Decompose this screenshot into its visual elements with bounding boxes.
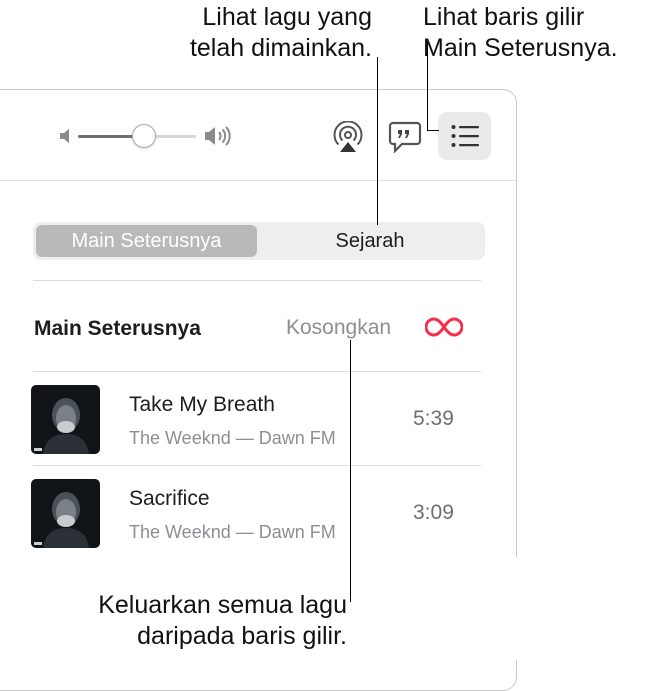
leader-line-queue-tick: [427, 130, 439, 131]
track-title: Take My Breath: [129, 393, 275, 416]
toolbar: [0, 90, 516, 181]
leader-line-queue: [427, 42, 428, 131]
list-item[interactable]: Take My Breath The Weeknd — Dawn FM 5:39: [31, 385, 481, 465]
track-duration: 3:09: [413, 501, 454, 524]
album-art: [31, 385, 100, 454]
tab-main-seterusnya[interactable]: Main Seterusnya: [36, 225, 257, 257]
divider: [33, 280, 481, 281]
divider: [33, 465, 481, 466]
divider: [33, 371, 481, 372]
segmented-control: Main Seterusnya Sejarah: [33, 222, 485, 260]
volume-low-icon: [59, 127, 73, 150]
list-item[interactable]: Sacrifice The Weeknd — Dawn FM 3:09: [31, 479, 481, 559]
album-art: [31, 479, 100, 548]
callout-queue-line2: Main Seterusnya.: [423, 34, 618, 62]
volume-high-icon: [204, 125, 232, 152]
track-subtitle: The Weeknd — Dawn FM: [129, 428, 336, 448]
callout-queue: Lihat baris gilir Main Seterusnya.: [423, 2, 663, 64]
leader-line-history: [377, 57, 378, 225]
callout-clear-line1: Keluarkan semua lagu: [98, 591, 347, 619]
callout-history-line2: telah dimainkan.: [189, 34, 372, 62]
leader-line-clear: [350, 340, 351, 602]
callout-clear: Keluarkan semua lagu daripada baris gili…: [40, 590, 347, 652]
tab-sejarah[interactable]: Sejarah: [259, 225, 481, 257]
callout-history: Lihat lagu yang telah dimainkan.: [140, 2, 372, 64]
queue-button[interactable]: [438, 112, 491, 160]
callout-clear-line2: daripada baris gilir.: [137, 622, 347, 650]
queue-list-icon: [451, 125, 479, 147]
lyrics-icon[interactable]: [388, 121, 422, 158]
track-subtitle: The Weeknd — Dawn FM: [129, 522, 336, 542]
queue-heading: Main Seterusnya: [34, 317, 201, 340]
callout-history-line1: Lihat lagu yang: [202, 3, 372, 31]
track-duration: 5:39: [413, 407, 454, 430]
clear-queue-button[interactable]: Kosongkan: [286, 316, 391, 340]
volume-slider-knob[interactable]: [132, 124, 156, 148]
track-title: Sacrifice: [129, 487, 210, 510]
airplay-icon[interactable]: [332, 120, 364, 158]
infinity-icon[interactable]: [424, 317, 464, 342]
callout-queue-line1: Lihat baris gilir: [423, 3, 585, 31]
